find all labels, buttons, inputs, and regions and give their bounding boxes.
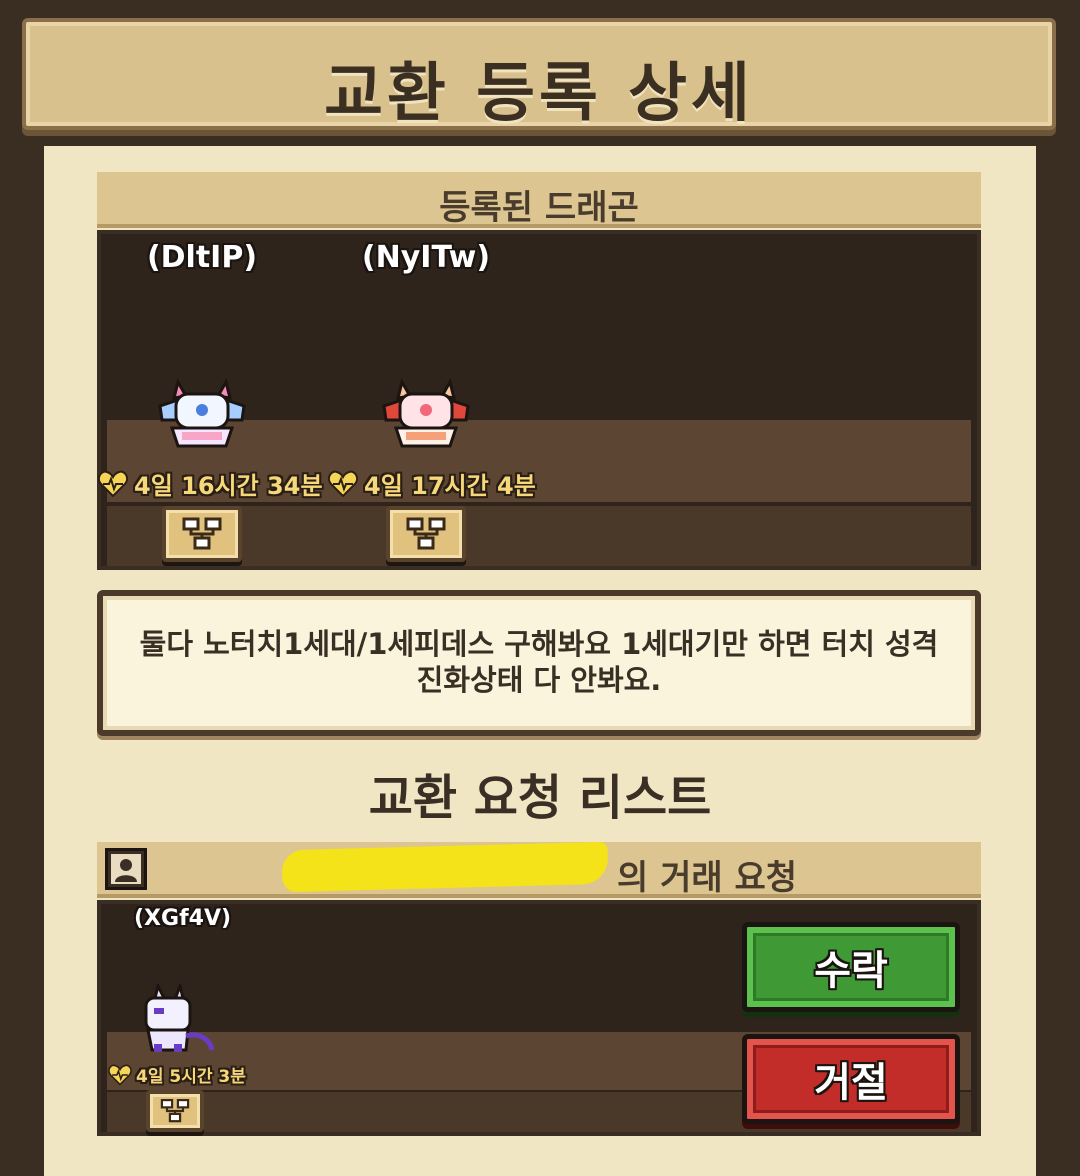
request-list-title: 교환 요청 리스트 [368,770,712,826]
redacted-username [281,841,609,893]
user-avatar-icon[interactable] [105,848,147,890]
time-row: 4일 16시간 34분 [98,466,323,501]
trade-memo-box: 둘다 노터치1세대/1세피데스 구해봐요 1세대기만 하면 터치 성격 진화상태… [97,590,981,736]
accept-button[interactable]: 수락 [742,922,960,1012]
dragon-time: 4일 16시간 34분 [134,472,323,500]
heart-icon [108,1064,132,1086]
time-row: 4일 17시간 4분 [328,466,536,501]
offered-dragon-name: (XGf4V) [134,906,232,931]
heart-icon [328,470,358,497]
reject-button[interactable]: 거절 [742,1034,960,1124]
registered-dragons-label: 등록된 드래곤 [439,188,639,228]
dragon-name: (DltIP) [146,240,258,275]
offered-dragon-sprite[interactable] [128,984,216,1056]
page-title: 교환 등록 상세 [324,57,754,131]
family-tree-button[interactable] [162,506,242,562]
registered-dragons-header: 등록된 드래곤 [97,172,981,228]
offered-dragon-time: 4일 5시간 3분 [136,1067,246,1087]
dragon-time: 4일 17시간 4분 [364,472,536,500]
family-tree-icon [160,1099,190,1123]
family-tree-button[interactable] [146,1090,204,1132]
blue-dragon-sprite[interactable] [156,376,248,452]
family-tree-icon [406,517,446,550]
time-row: 4일 5시간 3분 [108,1062,246,1087]
title-banner: 교환 등록 상세 [22,18,1056,131]
request-from-label: 의 거래 요청 [617,858,798,898]
family-tree-button[interactable] [386,506,466,562]
dragon-name: (NyITw) [361,240,491,275]
trade-memo-text: 둘다 노터치1세대/1세피데스 구해봐요 1세대기만 하면 터치 성격 진화상태… [139,627,939,697]
heart-icon [98,470,128,497]
red-dragon-sprite[interactable] [380,376,472,452]
family-tree-icon [182,517,222,550]
